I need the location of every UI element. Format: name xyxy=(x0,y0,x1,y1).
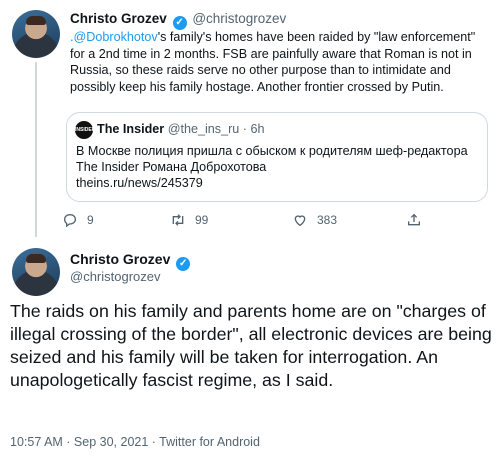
author-name[interactable]: Christo Grozev xyxy=(70,251,170,267)
author-handle[interactable]: @christogrozev xyxy=(70,269,161,284)
quoted-link[interactable]: theins.ru/news/245379 xyxy=(76,175,476,191)
verified-badge-icon: ✓ xyxy=(172,16,187,30)
tweet-text: .@Dobrokhotov's family's homes have been… xyxy=(70,29,490,95)
quoted-tweet-header: The Insider @the_ins_ru · 6h xyxy=(97,122,264,136)
focused-tweet-header: Christo Grozev ✓ xyxy=(70,251,192,271)
quoted-text-line: The Insider Романа Доброхотова xyxy=(76,160,267,174)
reply-icon xyxy=(63,213,77,228)
insider-logo: INSIDER xyxy=(75,121,95,139)
quoted-author-name: The Insider xyxy=(97,122,165,136)
quoted-author-handle-time: @the_ins_ru · 6h xyxy=(167,122,265,136)
tweet-actions: 9 99 383 xyxy=(62,212,482,232)
like-button[interactable]: 383 xyxy=(292,212,337,228)
quoted-tweet[interactable]: INSIDER The Insider @the_ins_ru · 6h В М… xyxy=(66,112,488,202)
like-count: 383 xyxy=(317,213,338,227)
avatar[interactable] xyxy=(12,10,60,58)
tweet-timestamp-source[interactable]: 10:57 AM · Sep 30, 2021 · Twitter for An… xyxy=(10,435,260,449)
avatar[interactable] xyxy=(12,248,60,296)
reply-count: 9 xyxy=(87,213,94,227)
author-handle[interactable]: @christogrozev xyxy=(192,11,286,26)
retweet-icon xyxy=(172,214,184,226)
focused-tweet-text: The raids on his family and parents home… xyxy=(10,301,492,390)
share-icon xyxy=(408,213,420,226)
share-button[interactable] xyxy=(406,212,431,228)
reply-button[interactable]: 9 xyxy=(62,212,94,228)
avatar-hair xyxy=(26,16,46,25)
retweet-button[interactable]: 99 xyxy=(170,212,208,228)
quoted-text-line: В Москве полиция пришла с обыском к роди… xyxy=(76,144,468,158)
heart-icon xyxy=(294,215,306,227)
mention-link[interactable]: .@Dobrokhotov xyxy=(70,30,158,44)
avatar-hair xyxy=(26,254,46,263)
tweet-header: Christo Grozev ✓ @christogrozev xyxy=(70,11,286,30)
author-name[interactable]: Christo Grozev xyxy=(70,11,167,26)
verified-badge-icon: ✓ xyxy=(176,257,191,271)
quoted-tweet-text: В Москве полиция пришла с обыском к роди… xyxy=(76,143,476,191)
thread-line xyxy=(35,62,37,237)
retweet-count: 99 xyxy=(195,213,209,227)
